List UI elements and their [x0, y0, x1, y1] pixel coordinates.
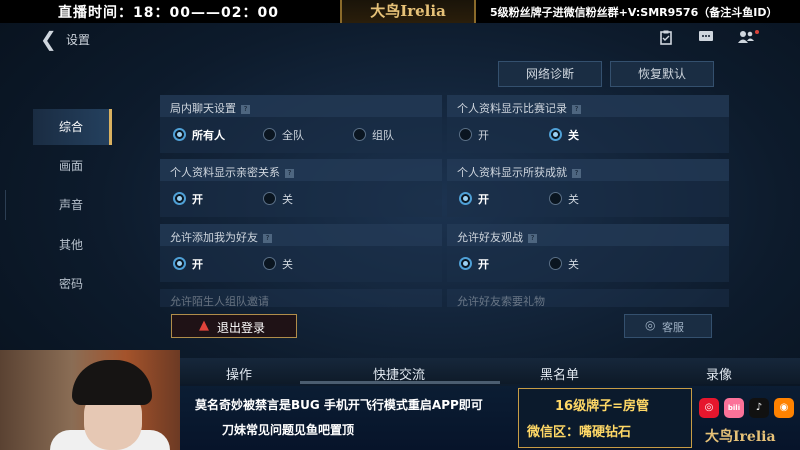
- setting-show-match-record: 个人资料显示比赛记录? 开 关: [447, 95, 729, 153]
- setting-title: 局内聊天设置: [170, 102, 236, 115]
- headset-icon: ◎: [645, 318, 656, 332]
- fan-rank-text: 16级牌子=房管: [555, 399, 649, 414]
- radio-selected-icon: [173, 128, 186, 141]
- radio-selected-icon: [459, 257, 472, 270]
- radio-selected-icon: [173, 257, 186, 270]
- setting-friend-gift-request: 允许好友索要礼物: [447, 289, 729, 307]
- network-diagnosis-button[interactable]: 网络诊断: [498, 61, 602, 87]
- setting-title: 允许添加我为好友: [170, 231, 258, 244]
- stream-logo-bottom: 大鸟Irelia: [705, 429, 776, 445]
- left-edge-divider: [5, 190, 6, 220]
- help-icon[interactable]: ?: [572, 168, 581, 178]
- radio-empty-icon: [263, 128, 276, 141]
- help-icon[interactable]: ?: [241, 104, 250, 114]
- settings-header: ❮ 设置: [0, 23, 800, 53]
- tab-controls[interactable]: 操作: [226, 364, 252, 383]
- tab-general[interactable]: 综合: [33, 109, 112, 145]
- radio-empty-icon: [353, 128, 366, 141]
- tab-other[interactable]: 其他: [33, 227, 109, 263]
- scroll-indicator: [300, 381, 500, 384]
- logout-button[interactable]: ▲ 退出登录: [171, 314, 297, 338]
- overlay-notice-line2: 刀妹常见问题见鱼吧置顶: [222, 423, 355, 437]
- radio-selected-icon: [549, 128, 562, 141]
- tab-password[interactable]: 密码: [33, 266, 109, 302]
- setting-title: 个人资料显示亲密关系: [170, 166, 280, 179]
- back-arrow-icon[interactable]: ❮: [40, 27, 57, 51]
- tab-display[interactable]: 画面: [33, 148, 109, 184]
- radio-empty-icon: [549, 192, 562, 205]
- help-icon[interactable]: ?: [572, 104, 581, 114]
- tab-replay[interactable]: 录像: [706, 364, 732, 383]
- weibo-icon: ◎: [699, 398, 719, 418]
- setting-title: 允许好友观战: [457, 231, 523, 244]
- setting-title: 个人资料显示所获成就: [457, 166, 567, 179]
- radio-empty-icon: [459, 128, 472, 141]
- setting-title: 个人资料显示比赛记录: [457, 102, 567, 115]
- help-icon[interactable]: ?: [528, 233, 537, 243]
- overlay-notice-line1: 莫名奇妙被禁言是BUG 手机开飞行模式重启APP即可: [195, 398, 483, 412]
- radio-selected-icon: [173, 192, 186, 205]
- setting-title: 允许好友索要礼物: [457, 295, 545, 307]
- restore-default-button[interactable]: 恢复默认: [610, 61, 714, 87]
- radio-selected-icon: [459, 192, 472, 205]
- setting-show-intimacy: 个人资料显示亲密关系? 开 关: [160, 159, 442, 217]
- page-title: 设置: [66, 33, 91, 47]
- radio-empty-icon: [263, 192, 276, 205]
- customer-service-button[interactable]: ◎ 客服: [624, 314, 712, 338]
- fan-group-text: 5级粉丝牌子进微信粉丝群+V:SMR9576（备注斗鱼ID）: [490, 6, 778, 19]
- help-icon[interactable]: ?: [263, 233, 272, 243]
- setting-stranger-invite: 允许陌生人组队邀请: [160, 289, 442, 307]
- logout-label: 退出登录: [217, 321, 266, 335]
- setting-title: 允许陌生人组队邀请: [170, 295, 269, 307]
- weibo-alt-icon: ◉: [774, 398, 794, 418]
- tab-sound[interactable]: 声音: [33, 187, 109, 223]
- notification-dot: [755, 30, 759, 34]
- douyin-icon: ♪: [749, 398, 769, 418]
- setting-ingame-chat: 局内聊天设置? 所有人 全队 组队: [160, 95, 442, 153]
- live-time-text: 直播时间：18：00——02：00: [58, 5, 279, 21]
- bilibili-icon: bili: [724, 398, 744, 418]
- radio-empty-icon: [263, 257, 276, 270]
- customer-service-label: 客服: [662, 321, 684, 334]
- wechat-area-text: 微信区：嘴硬钻石: [527, 425, 632, 440]
- warning-icon: ▲: [199, 318, 209, 333]
- tab-blacklist[interactable]: 黑名单: [540, 364, 579, 383]
- radio-empty-icon: [549, 257, 562, 270]
- setting-show-achievements: 个人资料显示所获成就? 开 关: [447, 159, 729, 217]
- stream-top-banner: 直播时间：18：00——02：00 大鸟Irelia 5级粉丝牌子进微信粉丝群+…: [0, 0, 800, 23]
- stream-logo: 大鸟Irelia: [340, 0, 476, 23]
- clipboard-icon[interactable]: [657, 29, 675, 45]
- setting-allow-friend-add: 允许添加我为好友? 开 关: [160, 224, 442, 282]
- stream-logo-text: 大鸟Irelia: [370, 2, 446, 20]
- setting-allow-spectate: 允许好友观战? 开 关: [447, 224, 729, 282]
- help-icon[interactable]: ?: [285, 168, 294, 178]
- friends-icon[interactable]: [737, 29, 755, 45]
- chat-icon[interactable]: [697, 29, 715, 45]
